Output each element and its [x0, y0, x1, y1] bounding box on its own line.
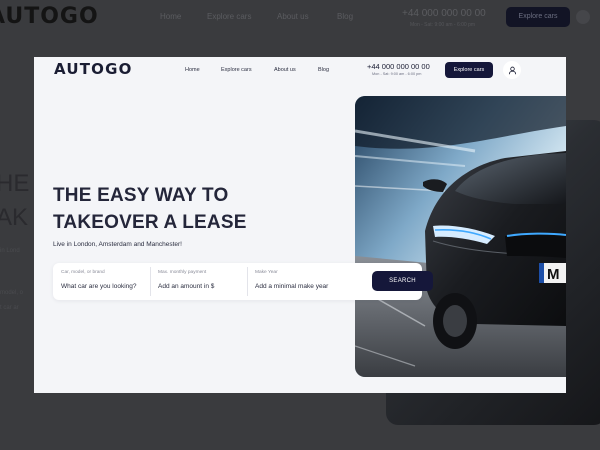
background-nav-blog: Blog [337, 12, 354, 21]
hero-title-line-1: THE EASY WAY TO [53, 185, 229, 206]
car-illustration: M [355, 96, 566, 377]
car-model-field[interactable]: Car, model, or brand What car are you lo… [53, 263, 150, 300]
contact-hours: Mon - Sat: 9:00 am - 6:00 pm [372, 72, 422, 76]
monthly-payment-field[interactable]: Max. monthly payment Add an amount in $ [150, 263, 247, 300]
brand-logo[interactable]: AUTOGO [54, 60, 133, 78]
search-bar: Car, model, or brand What car are you lo… [53, 263, 433, 300]
nav-home[interactable]: Home [185, 67, 200, 73]
hero-subtitle: Live in London, Amsterdam and Manchester… [53, 241, 182, 248]
make-year-label: Make Year [255, 270, 278, 275]
car-image: M [355, 96, 566, 377]
background-explore-button: Explore cars [506, 7, 570, 27]
hero-title-line-2: TAKEOVER A LEASE [53, 212, 247, 233]
background-hero-fragment-1: HE [0, 170, 30, 197]
website-preview: AUTOGO Home Explore cars About us Blog +… [34, 57, 566, 393]
background-logo: AUTOGO [0, 4, 99, 29]
nav-explore-cars[interactable]: Explore cars [221, 67, 252, 73]
background-nav-about: About us [277, 12, 309, 21]
contact-phone[interactable]: +44 000 000 00 00 [367, 62, 430, 71]
background-subtitle-fragment: in Lond [0, 248, 20, 254]
background-hero-fragment-2: AK [0, 204, 29, 231]
monthly-payment-input[interactable]: Add an amount in $ [158, 283, 214, 290]
car-model-label: Car, model, or brand [61, 270, 105, 275]
search-button[interactable]: SEARCH [372, 271, 433, 291]
license-plate-letter: M [547, 266, 560, 283]
background-field-value-fragment: t car ar [0, 305, 19, 311]
car-model-input[interactable]: What car are you looking? [61, 283, 137, 290]
make-year-field[interactable]: Make Year Add a minimal make year [247, 263, 367, 300]
nav-about-us[interactable]: About us [274, 67, 296, 73]
explore-cars-button[interactable]: Explore cars [445, 62, 493, 78]
background-nav-explore: Explore cars [207, 12, 252, 21]
hero-title: THE EASY WAY TO TAKEOVER A LEASE [53, 182, 247, 236]
user-icon [508, 66, 516, 74]
background-user-icon [576, 10, 590, 24]
background-field-label-fragment: model, o [0, 290, 24, 296]
background-hours: Mon - Sat: 9:00 am - 6:00 pm [410, 22, 476, 28]
user-account-button[interactable] [503, 61, 521, 79]
background-phone: +44 000 000 00 00 [402, 8, 486, 19]
nav-blog[interactable]: Blog [318, 67, 329, 73]
site-header: AUTOGO Home Explore cars About us Blog +… [34, 57, 566, 85]
make-year-input[interactable]: Add a minimal make year [255, 283, 328, 290]
monthly-payment-label: Max. monthly payment [158, 270, 207, 275]
background-nav-home: Home [160, 12, 182, 21]
